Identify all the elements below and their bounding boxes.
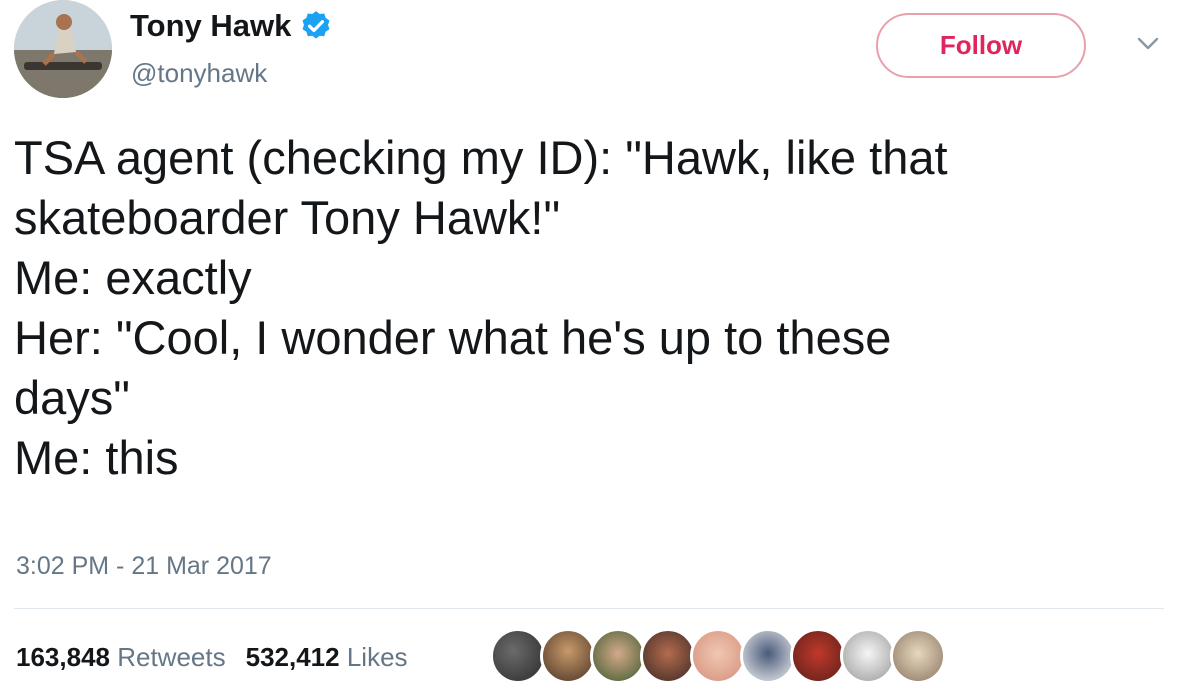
likes-label: Likes xyxy=(346,642,408,672)
author-handle[interactable]: @tonyhawk xyxy=(131,58,267,89)
liker-avatar[interactable] xyxy=(590,628,646,684)
liker-avatar[interactable] xyxy=(640,628,696,684)
tweet-line: days" xyxy=(14,371,130,424)
tweet-stats: 163,848 Retweets 532,412 Likes xyxy=(16,642,408,673)
profile-avatar[interactable] xyxy=(14,0,112,98)
liker-avatar[interactable] xyxy=(690,628,746,684)
chevron-down-icon[interactable] xyxy=(1136,36,1160,52)
tweet-timestamp[interactable]: 3:02 PM - 21 Mar 2017 xyxy=(16,552,272,581)
divider xyxy=(14,608,1164,609)
author-name[interactable]: Tony Hawk xyxy=(130,8,291,44)
retweets-label: Retweets xyxy=(117,642,226,672)
tweet-line: Me: exactly xyxy=(14,251,252,304)
tweet-line: TSA agent (checking my ID): "Hawk, like … xyxy=(14,131,948,184)
liker-avatar[interactable] xyxy=(840,628,896,684)
liker-avatars xyxy=(490,628,946,684)
likes-count: 532,412 xyxy=(245,642,340,672)
liker-avatar[interactable] xyxy=(890,628,946,684)
follow-button[interactable]: Follow xyxy=(876,13,1086,78)
author-name-row: Tony Hawk xyxy=(130,8,333,44)
liker-avatar[interactable] xyxy=(490,628,546,684)
retweets-stat[interactable]: 163,848 Retweets xyxy=(16,642,226,673)
liker-avatar[interactable] xyxy=(740,628,796,684)
tweet-line: Her: "Cool, I wonder what he's up to the… xyxy=(14,311,892,364)
likes-stat[interactable]: 532,412 Likes xyxy=(246,642,408,673)
retweets-count: 163,848 xyxy=(16,642,110,672)
liker-avatar[interactable] xyxy=(790,628,846,684)
tweet-line: Me: this xyxy=(14,431,179,484)
verified-badge-icon xyxy=(302,11,330,39)
avatar-image xyxy=(14,0,112,98)
liker-avatar[interactable] xyxy=(540,628,596,684)
tweet-line: skateboarder Tony Hawk!" xyxy=(14,191,561,244)
tweet-text: TSA agent (checking my ID): "Hawk, like … xyxy=(14,128,1164,488)
